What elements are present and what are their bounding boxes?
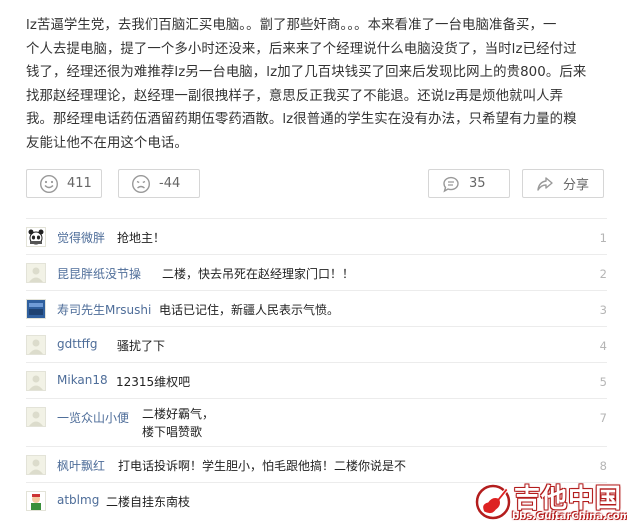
post-body: lz苦逼学生党，去我们百脑汇买电脑。。劏了那些奸商。。。本来看准了一台电脑准备买…	[26, 14, 611, 156]
site-watermark: 吉他中国 bbs.GuitarChina.com	[472, 478, 627, 528]
reply-text: 抢地主！	[117, 231, 166, 245]
reply-item: 觉得微胖 抢地主！ 1	[26, 218, 607, 254]
reply-text: 二楼，快去吊死在赵经理家门口！！	[162, 267, 355, 281]
avatar[interactable]	[26, 407, 46, 427]
comment-button[interactable]: 35	[428, 169, 510, 198]
like-count: 411	[67, 176, 92, 191]
reply-item: Mikan18 12315维权吧 5	[26, 362, 607, 398]
like-button[interactable]: 411	[26, 169, 102, 198]
watermark-url: bbs.GuitarChina.com	[512, 511, 627, 522]
reply-item: 一览众山小便 二楼好霸气， 楼下唱赞歌 7	[26, 398, 607, 446]
reply-username[interactable]: 寿司先生Mrsushi	[57, 301, 151, 318]
comment-icon	[441, 174, 461, 194]
reply-item: 枫叶飘红 打电话投诉啊！学生胆小，怕毛跟他搞！二楼你说是不 8	[26, 446, 607, 482]
guitar-logo-icon	[475, 484, 511, 520]
reply-text: 电话已记住，新疆人民表示气愤。	[159, 303, 340, 317]
post-line: 友能让他不在用这个电话。	[26, 135, 188, 151]
share-icon	[535, 174, 555, 194]
reply-text: 二楼自挂东南枝	[106, 495, 191, 509]
reply-text: 骚扰了下	[117, 339, 166, 353]
reply-username[interactable]: Mikan18	[57, 373, 108, 387]
reply-item: 寿司先生Mrsushi 电话已记住，新疆人民表示气愤。 3	[26, 290, 607, 326]
post-line: 找那赵经理理论，赵经理一副很拽样子，意思反正我买了不能退。还说lz再是烦他就叫人…	[26, 88, 564, 104]
dislike-button[interactable]: -44	[118, 169, 200, 198]
avatar[interactable]	[26, 455, 46, 475]
frown-icon	[131, 174, 151, 194]
share-label: 分享	[563, 178, 590, 193]
floor-number: 7	[599, 411, 607, 425]
reply-list: 觉得微胖 抢地主！ 1 昆昆胖纸没节操 二楼，快去吊死在赵经理家门口！！ 2 寿…	[26, 218, 607, 518]
avatar[interactable]	[26, 263, 46, 283]
avatar[interactable]	[26, 335, 46, 355]
floor-number: 1	[599, 231, 607, 245]
dislike-count: -44	[159, 176, 181, 191]
watermark-name: 吉他中国	[514, 484, 623, 514]
share-button[interactable]: 分享	[522, 169, 604, 198]
avatar[interactable]	[26, 371, 46, 391]
avatar[interactable]	[26, 227, 46, 247]
reply-text: 打电话投诉啊！学生胆小，怕毛跟他搞！二楼你说是不	[118, 459, 407, 473]
reply-text: 二楼好霸气， 楼下唱赞歌	[142, 407, 215, 439]
reply-username[interactable]: 一览众山小便	[57, 409, 129, 426]
smile-icon	[39, 174, 59, 194]
post-line: 我。那经理电话药伍酒留药期伍零药酒散。lz很普通的学生实在没有办法，只希望有力量…	[26, 112, 577, 128]
comment-count: 35	[469, 176, 486, 191]
reply-username[interactable]: 觉得微胖	[57, 229, 105, 246]
action-bar: 411 -44 35 分享	[26, 169, 606, 200]
floor-number: 2	[599, 267, 607, 281]
floor-number: 4	[599, 339, 607, 353]
reply-username[interactable]: gdttffg	[57, 337, 98, 351]
reply-text: 12315维权吧	[116, 375, 191, 389]
reply-username[interactable]: 枫叶飘红	[57, 457, 105, 474]
avatar[interactable]	[26, 299, 46, 319]
post-line: lz苦逼学生党，去我们百脑汇买电脑。。劏了那些奸商。。。本来看准了一台电脑准备买…	[26, 18, 557, 33]
reply-item: 昆昆胖纸没节操 二楼，快去吊死在赵经理家门口！！ 2	[26, 254, 607, 290]
reply-item: gdttffg 骚扰了下 4	[26, 326, 607, 362]
floor-number: 3	[599, 303, 607, 317]
floor-number: 5	[599, 375, 607, 389]
reply-username[interactable]: 昆昆胖纸没节操	[57, 265, 141, 282]
post-line: 钱了，经理还很为难推荐lz另一台电脑，lz加了几百块钱买了回来后发现比网上的贵8…	[26, 65, 587, 81]
floor-number: 8	[599, 459, 607, 473]
reply-username[interactable]: atblmg	[57, 493, 99, 507]
post-line: 个人去提电脑，提了一个多小时还没来，后来来了个经理说什么电脑没货了，当时lz已经…	[26, 41, 577, 57]
avatar[interactable]	[26, 491, 46, 511]
